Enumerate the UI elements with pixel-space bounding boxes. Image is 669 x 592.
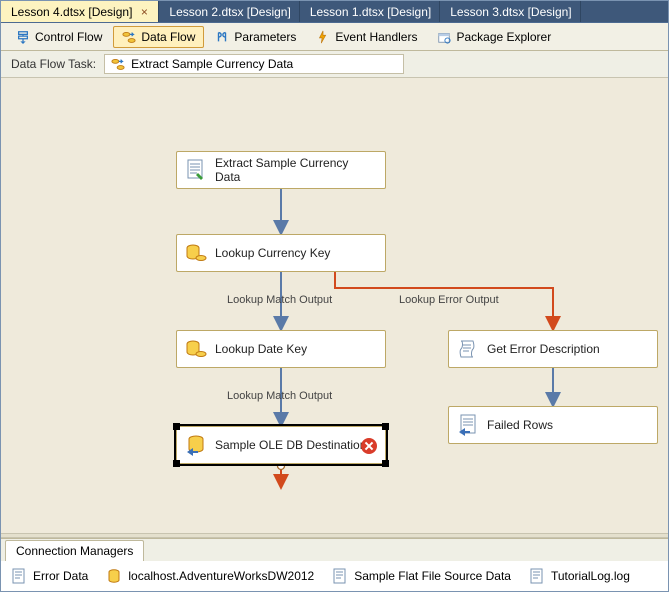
script-component-icon: [457, 338, 479, 360]
close-icon[interactable]: ×: [138, 5, 150, 19]
bottom-tab-strip: Connection Managers: [1, 539, 668, 561]
node-label: Get Error Description: [487, 342, 600, 356]
data-flow-icon: [122, 30, 136, 44]
node-label: Failed Rows: [487, 418, 553, 432]
edge-label: Lookup Match Output: [227, 390, 332, 402]
doc-tab-label: Lesson 3.dtsx [Design]: [450, 5, 571, 19]
connection-managers-panel: Connection Managers Error Data localhost…: [1, 538, 668, 591]
event-handlers-icon: [316, 30, 330, 44]
flat-file-source-icon: [185, 159, 207, 181]
doc-tab-lesson2[interactable]: Lesson 2.dtsx [Design]: [159, 1, 299, 22]
connection-label: localhost.AdventureWorksDW2012: [128, 569, 314, 583]
doc-tab-lesson3[interactable]: Lesson 3.dtsx [Design]: [440, 1, 580, 22]
node-get-error-description[interactable]: Get Error Description: [448, 330, 658, 368]
connection-flat-file-source[interactable]: Sample Flat File Source Data: [332, 568, 511, 584]
node-label: Lookup Currency Key: [215, 246, 330, 260]
event-handlers-tab[interactable]: Event Handlers: [307, 26, 426, 48]
connection-label: TutorialLog.log: [551, 569, 630, 583]
connection-managers-tab[interactable]: Connection Managers: [5, 540, 144, 561]
flat-file-connection-icon: [11, 568, 27, 584]
doc-tab-lesson1[interactable]: Lesson 1.dtsx [Design]: [300, 1, 440, 22]
node-label: Sample OLE DB Destination: [215, 438, 366, 452]
connection-adventureworks[interactable]: localhost.AdventureWorksDW2012: [106, 568, 314, 584]
edge-label: Lookup Error Output: [399, 294, 499, 306]
flat-file-destination-icon: [457, 414, 479, 436]
task-name-text: Extract Sample Currency Data: [131, 57, 293, 71]
toolbar-label: Data Flow: [141, 30, 195, 44]
toolbar-label: Parameters: [234, 30, 296, 44]
toolbar-label: Package Explorer: [456, 30, 551, 44]
data-flow-tab[interactable]: Data Flow: [113, 26, 204, 48]
doc-tab-lesson4[interactable]: Lesson 4.dtsx [Design] ×: [1, 1, 159, 22]
connection-label: Sample Flat File Source Data: [354, 569, 511, 583]
toolbar-label: Event Handlers: [335, 30, 417, 44]
lookup-icon: [185, 338, 207, 360]
parameters-icon: [215, 30, 229, 44]
error-icon: [361, 438, 377, 454]
oledb-destination-icon: [185, 434, 207, 456]
node-label: Lookup Date Key: [215, 342, 307, 356]
document-tab-strip: Lesson 4.dtsx [Design] × Lesson 2.dtsx […: [1, 1, 668, 23]
node-extract-sample-currency[interactable]: Extract Sample Currency Data: [176, 151, 386, 189]
node-lookup-currency-key[interactable]: Lookup Currency Key: [176, 234, 386, 272]
node-failed-rows[interactable]: Failed Rows: [448, 406, 658, 444]
resize-handle[interactable]: [382, 460, 389, 467]
node-lookup-date-key[interactable]: Lookup Date Key: [176, 330, 386, 368]
connectors-layer: [1, 78, 668, 533]
data-flow-icon: [111, 57, 125, 71]
connection-list: Error Data localhost.AdventureWorksDW201…: [1, 561, 668, 591]
edge-label: Lookup Match Output: [227, 294, 332, 306]
tab-label: Connection Managers: [16, 544, 133, 558]
node-label: Extract Sample Currency Data: [215, 156, 377, 184]
flat-file-connection-icon: [332, 568, 348, 584]
resize-handle[interactable]: [173, 423, 180, 430]
connection-label: Error Data: [33, 569, 88, 583]
toolbar-label: Control Flow: [35, 30, 102, 44]
task-label: Data Flow Task:: [11, 57, 96, 71]
doc-tab-label: Lesson 2.dtsx [Design]: [169, 5, 290, 19]
package-explorer-icon: [437, 30, 451, 44]
control-flow-icon: [16, 30, 30, 44]
file-connection-icon: [529, 568, 545, 584]
control-flow-tab[interactable]: Control Flow: [7, 26, 111, 48]
task-selector[interactable]: Extract Sample Currency Data: [104, 54, 404, 74]
database-connection-icon: [106, 568, 122, 584]
parameters-tab[interactable]: Parameters: [206, 26, 305, 48]
data-flow-task-bar: Data Flow Task: Extract Sample Currency …: [1, 51, 668, 78]
lookup-icon: [185, 242, 207, 264]
doc-tab-label: Lesson 1.dtsx [Design]: [310, 5, 431, 19]
doc-tab-label: Lesson 4.dtsx [Design]: [11, 5, 132, 19]
node-sample-ole-db-destination[interactable]: Sample OLE DB Destination: [176, 426, 386, 464]
resize-handle[interactable]: [382, 423, 389, 430]
connection-tutorial-log[interactable]: TutorialLog.log: [529, 568, 630, 584]
designer-toolbar: Control Flow Data Flow Parameters Event …: [1, 23, 668, 51]
connection-error-data[interactable]: Error Data: [11, 568, 88, 584]
design-canvas[interactable]: Lookup Match Output Lookup Match Output …: [1, 78, 668, 533]
resize-handle[interactable]: [173, 460, 180, 467]
package-explorer-tab[interactable]: Package Explorer: [428, 26, 560, 48]
